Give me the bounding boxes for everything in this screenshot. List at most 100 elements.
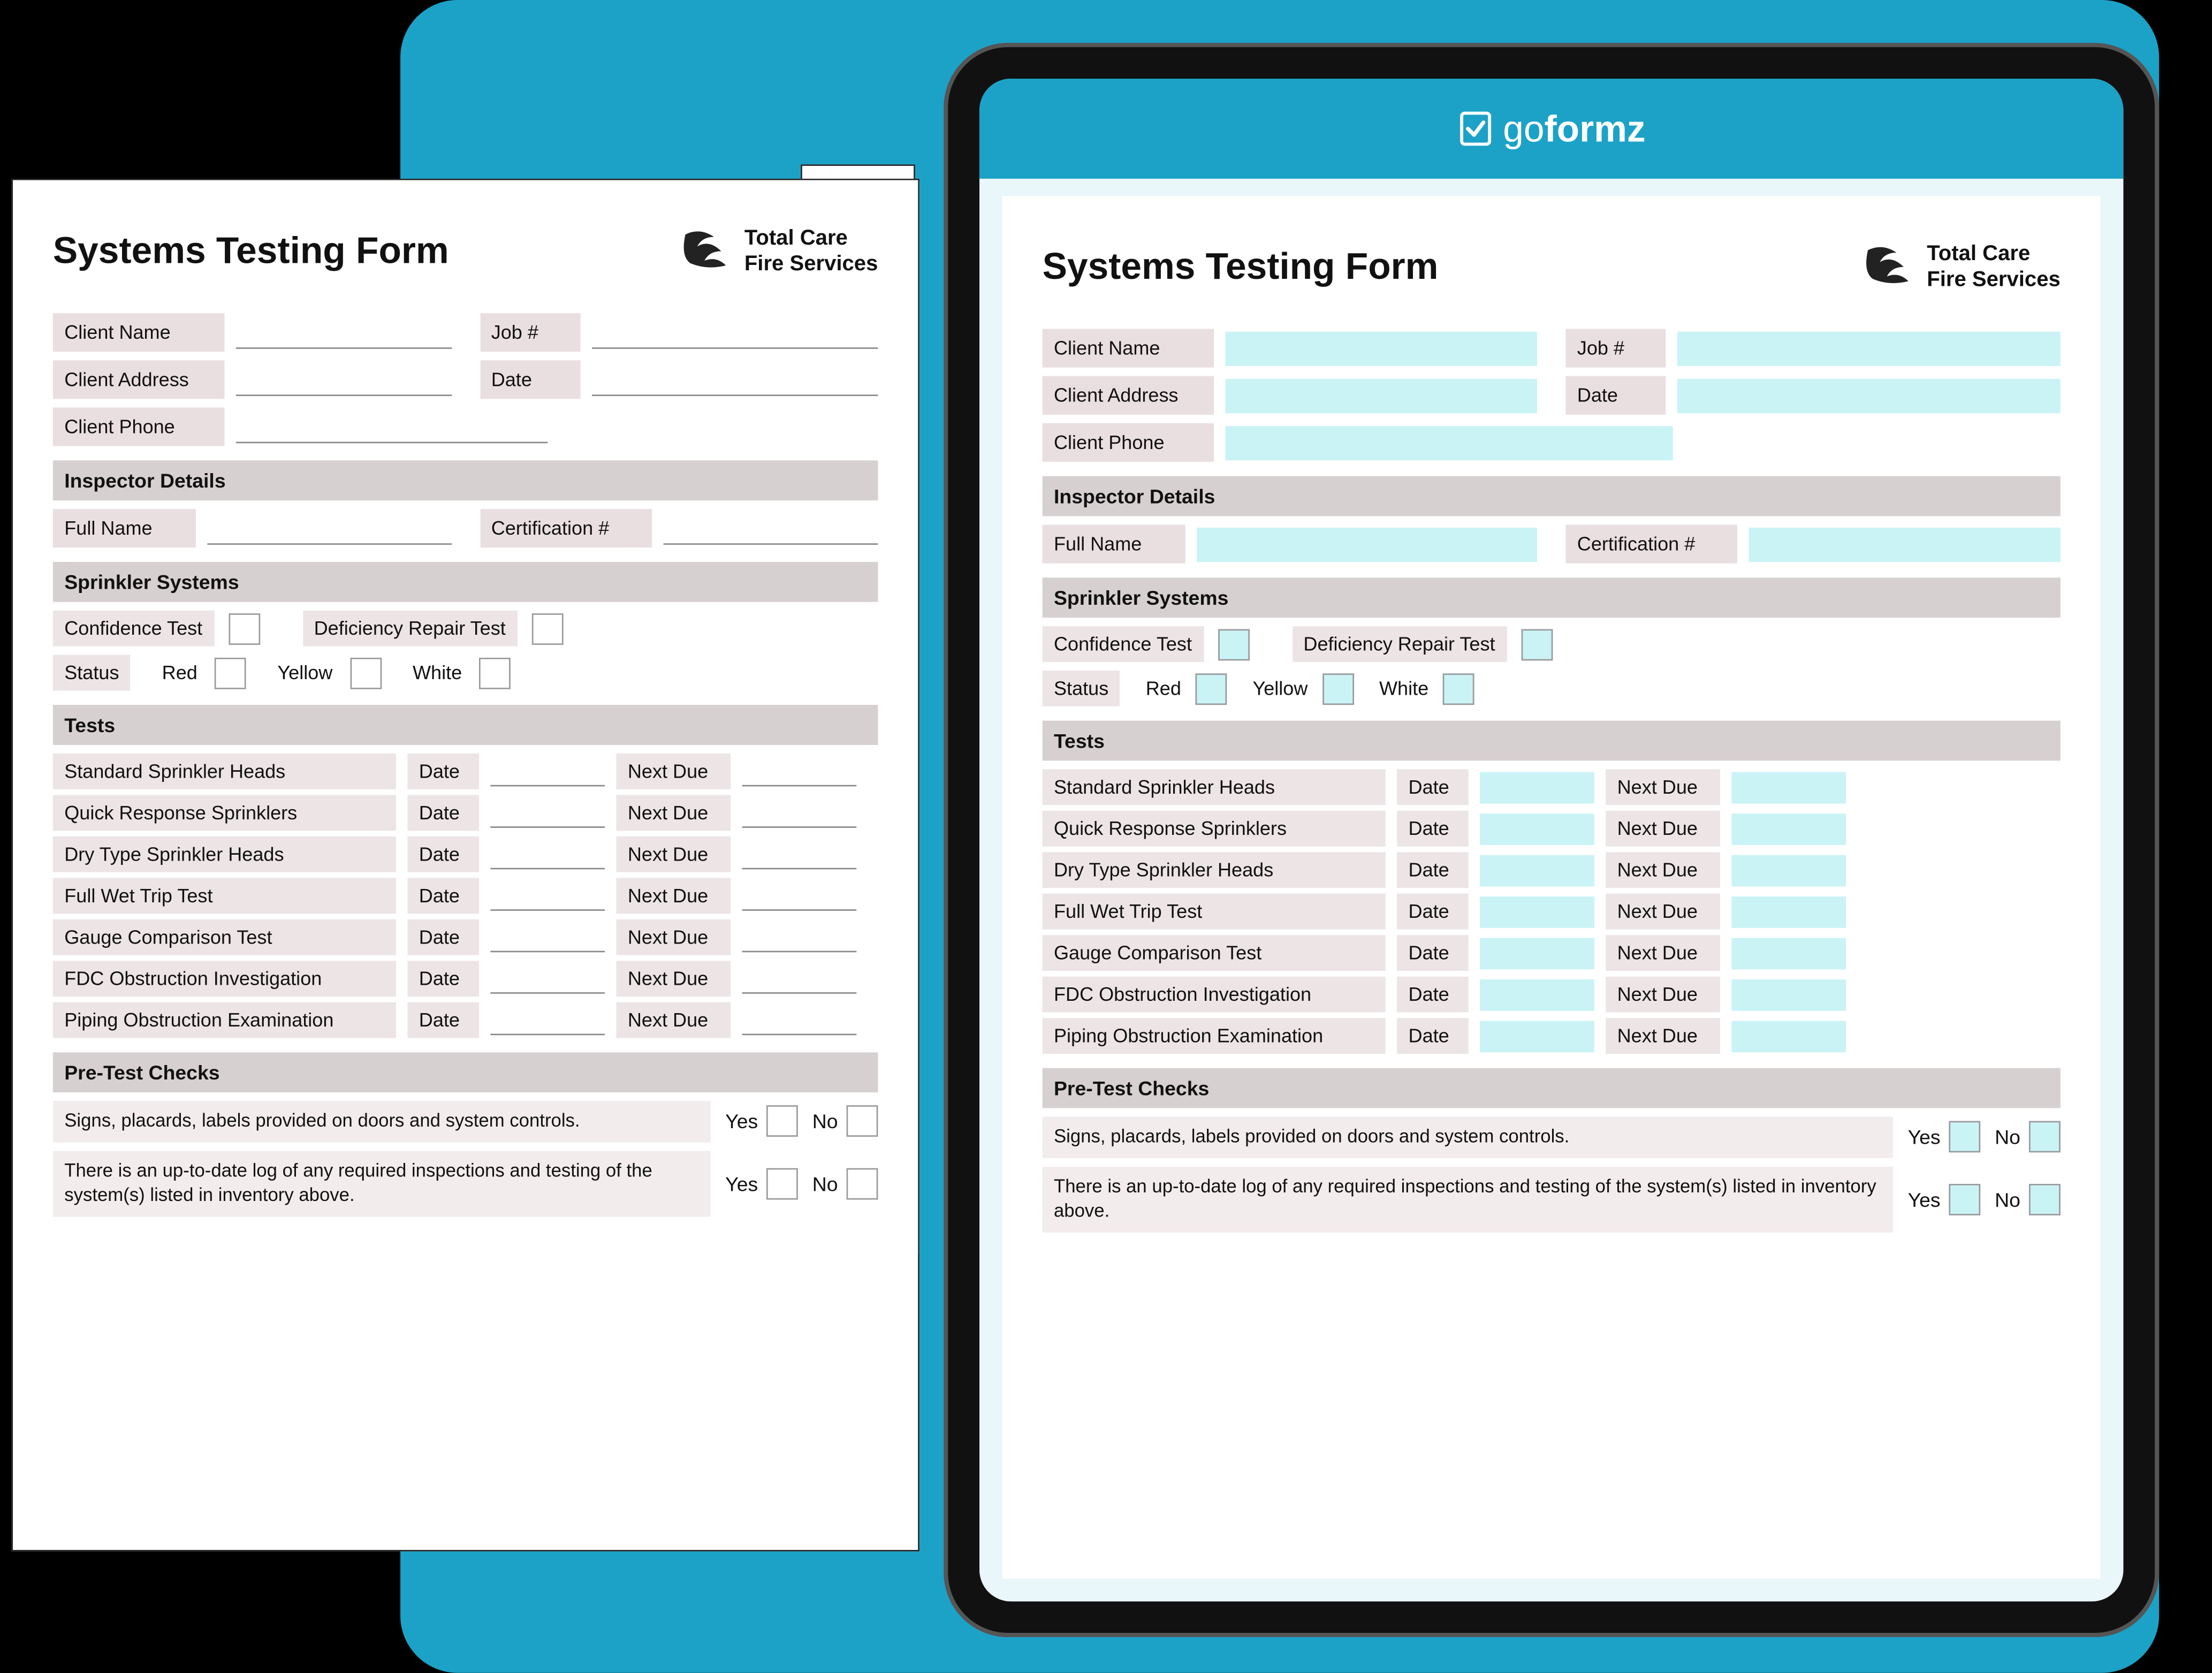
company-line2: Fire Services bbox=[744, 251, 878, 277]
date-label: Date bbox=[480, 360, 580, 399]
confidence-label: Confidence Test bbox=[53, 611, 214, 647]
test-next-due-field[interactable] bbox=[1731, 771, 1846, 803]
test-next-due-field[interactable] bbox=[742, 757, 857, 786]
cert-field[interactable] bbox=[663, 513, 878, 544]
next-due-label: Next Due bbox=[616, 961, 731, 997]
test-row: Quick Response SprinklersDateNext Due bbox=[1043, 811, 2061, 847]
client-phone-field[interactable] bbox=[1226, 425, 1674, 460]
flame-icon bbox=[1856, 239, 1913, 294]
pretest2-yes-checkbox[interactable] bbox=[1949, 1184, 1981, 1215]
date-col-label: Date bbox=[1397, 1018, 1469, 1054]
date-label: Date bbox=[1565, 376, 1666, 415]
full-name-field[interactable] bbox=[1197, 527, 1537, 561]
yes-label: Yes bbox=[725, 1172, 758, 1195]
test-date-field[interactable] bbox=[1480, 771, 1594, 803]
test-name: Full Wet Trip Test bbox=[1043, 894, 1386, 930]
test-next-due-field[interactable] bbox=[742, 1006, 857, 1034]
test-row: Quick Response SprinklersDateNext Due bbox=[53, 795, 878, 831]
test-date-field[interactable] bbox=[490, 881, 605, 910]
white-label: White bbox=[407, 655, 468, 691]
yellow-checkbox[interactable] bbox=[1322, 673, 1354, 704]
pretest2-yes-checkbox[interactable] bbox=[766, 1168, 798, 1199]
test-next-due-field[interactable] bbox=[742, 923, 857, 952]
client-address-field[interactable] bbox=[236, 364, 451, 396]
date-field[interactable] bbox=[1677, 378, 2061, 413]
test-next-due-field[interactable] bbox=[1731, 1020, 1846, 1052]
cert-field[interactable] bbox=[1749, 527, 2060, 561]
no-label: No bbox=[812, 1110, 838, 1133]
app-header: goformz bbox=[979, 79, 2123, 179]
pretest2-no-checkbox[interactable] bbox=[847, 1168, 878, 1199]
test-date-field[interactable] bbox=[1480, 813, 1594, 845]
pretest1-yes-checkbox[interactable] bbox=[1949, 1122, 1981, 1153]
test-date-field[interactable] bbox=[490, 757, 605, 786]
client-name-field[interactable] bbox=[1226, 331, 1537, 365]
test-name: Dry Type Sprinkler Heads bbox=[53, 836, 396, 872]
pretest1-yes-checkbox[interactable] bbox=[766, 1106, 798, 1137]
form-header: Systems Testing Form Total Care Fire Ser… bbox=[1043, 239, 2061, 294]
form-paper: Systems Testing Form Total Care Fire Ser… bbox=[13, 180, 918, 1254]
client-phone-label: Client Phone bbox=[1043, 423, 1214, 462]
pretest2-no-checkbox[interactable] bbox=[2029, 1184, 2061, 1215]
full-name-label: Full Name bbox=[1043, 524, 1185, 563]
test-date-field[interactable] bbox=[1480, 937, 1594, 969]
next-due-label: Next Due bbox=[616, 836, 731, 872]
deficiency-label: Deficiency Repair Test bbox=[302, 611, 517, 647]
test-next-due-field[interactable] bbox=[742, 964, 857, 993]
tests-list: Standard Sprinkler HeadsDateNext DueQuic… bbox=[1043, 769, 2061, 1054]
test-date-field[interactable] bbox=[1480, 979, 1594, 1010]
next-due-label: Next Due bbox=[616, 1002, 731, 1038]
test-date-field[interactable] bbox=[490, 923, 605, 952]
flame-icon bbox=[673, 223, 730, 279]
red-checkbox[interactable] bbox=[215, 657, 246, 689]
date-field[interactable] bbox=[591, 364, 878, 396]
deficiency-checkbox[interactable] bbox=[531, 613, 563, 644]
test-row: Dry Type Sprinkler HeadsDateNext Due bbox=[53, 836, 878, 872]
confidence-checkbox[interactable] bbox=[228, 613, 260, 644]
client-address-field[interactable] bbox=[1226, 378, 1537, 413]
test-next-due-field[interactable] bbox=[1731, 813, 1846, 845]
tests-list: Standard Sprinkler HeadsDateNext DueQuic… bbox=[53, 754, 878, 1038]
test-date-field[interactable] bbox=[490, 1006, 605, 1034]
pretest1-no-checkbox[interactable] bbox=[847, 1106, 878, 1137]
white-checkbox[interactable] bbox=[1443, 673, 1474, 704]
job-field[interactable] bbox=[591, 317, 878, 348]
confidence-checkbox[interactable] bbox=[1218, 628, 1249, 660]
test-next-due-field[interactable] bbox=[1731, 854, 1846, 886]
test-name: Gauge Comparison Test bbox=[1043, 935, 1386, 971]
tablet-device: goformz Systems Testing Form Total Care … bbox=[944, 43, 2159, 1637]
test-date-field[interactable] bbox=[1480, 1020, 1594, 1052]
test-next-due-field[interactable] bbox=[1731, 937, 1846, 969]
yes-label: Yes bbox=[725, 1110, 758, 1133]
next-due-label: Next Due bbox=[1606, 1018, 1720, 1054]
white-checkbox[interactable] bbox=[479, 657, 511, 689]
test-next-due-field[interactable] bbox=[1731, 896, 1846, 927]
test-row: Full Wet Trip TestDateNext Due bbox=[1043, 894, 2061, 930]
pretest2-text: There is an up-to-date log of any requir… bbox=[53, 1151, 711, 1216]
pretest1-no-checkbox[interactable] bbox=[2029, 1122, 2061, 1153]
form-title: Systems Testing Form bbox=[53, 229, 449, 273]
test-next-due-field[interactable] bbox=[742, 840, 857, 869]
no-label: No bbox=[812, 1172, 838, 1195]
test-date-field[interactable] bbox=[1480, 896, 1594, 927]
test-row: Gauge Comparison TestDateNext Due bbox=[1043, 935, 2061, 971]
test-next-due-field[interactable] bbox=[1731, 979, 1846, 1010]
test-date-field[interactable] bbox=[490, 799, 605, 827]
test-name: Piping Obstruction Examination bbox=[1043, 1018, 1386, 1054]
date-col-label: Date bbox=[1397, 852, 1469, 888]
test-date-field[interactable] bbox=[490, 840, 605, 869]
test-next-due-field[interactable] bbox=[742, 881, 857, 910]
test-date-field[interactable] bbox=[490, 964, 605, 993]
client-phone-field[interactable] bbox=[236, 411, 548, 443]
cert-label: Certification # bbox=[480, 509, 651, 547]
full-name-field[interactable] bbox=[207, 513, 451, 544]
test-next-due-field[interactable] bbox=[742, 799, 857, 827]
deficiency-checkbox[interactable] bbox=[1521, 628, 1553, 660]
date-col-label: Date bbox=[407, 919, 479, 955]
client-name-field[interactable] bbox=[236, 317, 451, 348]
job-field[interactable] bbox=[1677, 331, 2061, 365]
client-name-label: Client Name bbox=[53, 313, 225, 352]
red-checkbox[interactable] bbox=[1196, 673, 1227, 704]
test-date-field[interactable] bbox=[1480, 854, 1594, 886]
yellow-checkbox[interactable] bbox=[349, 657, 381, 689]
